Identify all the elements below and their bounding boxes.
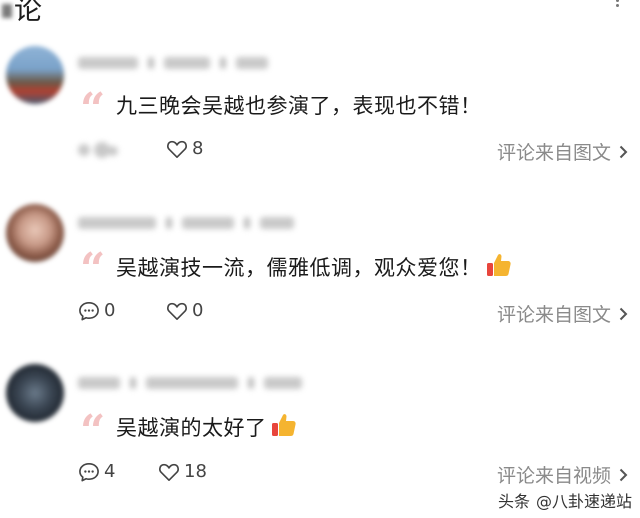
comment-meta-blurred [78,372,312,390]
quote-mark-icon: “ [80,406,106,457]
more-options-icon[interactable] [616,0,620,8]
heart-icon [167,302,187,320]
comment-source-link[interactable]: 评论来自图文 [497,300,628,327]
thumbs-up-icon [271,414,296,436]
comment-text: 吴越演技一流，儒雅低调，观众爱您！ [116,252,512,282]
comment-text-content: 九三晚会吴越也参演了，表现也不错！ [116,94,482,118]
like-count: 18 [184,461,207,482]
comment-source-link[interactable]: 评论来自图文 [497,138,628,165]
source-label: 评论来自视频 [496,465,611,487]
like-button[interactable]: 18 [158,461,207,482]
section-title: 论 [2,0,43,28]
watermark-brand: 头条 [497,492,530,511]
comment-actions: 4 18 评论来自视频 [78,461,638,487]
reply-count: 0 [104,300,116,321]
heart-icon [167,140,187,158]
watermark: 头条 @八卦速递站 [498,488,632,512]
watermark-handle: @八卦速递站 [535,492,632,511]
source-label: 评论来自图文 [496,142,611,164]
comment-actions: 0 0 评论来自图文 [78,300,638,326]
reply-button[interactable]: 0 [78,300,115,321]
comment-bubble-icon [79,462,99,481]
comment-meta-blurred [78,52,278,70]
section-title-text: 论 [14,0,44,26]
chevron-right-icon [619,468,628,481]
comment-item: “ 吴越演的太好了 4 18 评论来自视频 [0,360,640,490]
heart-icon [159,463,179,481]
section-header: 论 [0,0,640,26]
chevron-right-icon [619,145,628,158]
blurred-text [2,4,12,18]
comment-bubble-icon [79,301,99,320]
like-button[interactable]: 0 [166,300,203,321]
comment-text: 吴越演的太好了 [116,412,297,442]
like-count: 8 [192,138,204,159]
avatar[interactable] [6,204,64,262]
comment-text-content: 吴越演技一流，儒雅低调，观众爱您！ [116,256,482,280]
thumbs-up-icon [486,254,511,276]
quote-mark-icon: “ [80,84,106,135]
like-count: 0 [192,300,204,321]
avatar[interactable] [6,364,64,422]
reply-count: 4 [104,461,116,482]
source-label: 评论来自图文 [496,304,611,326]
like-button[interactable]: 8 [166,138,203,159]
share-count-blurred[interactable] [78,140,120,162]
reply-button[interactable]: 4 [78,461,115,482]
comment-source-link[interactable]: 评论来自视频 [497,461,628,488]
comment-text-content: 吴越演的太好了 [116,416,267,440]
quote-mark-icon: “ [80,244,106,295]
comment-text: 九三晚会吴越也参演了，表现也不错！ [116,90,482,120]
avatar[interactable] [6,46,64,104]
comment-item: “ 九三晚会吴越也参演了，表现也不错！ 8 评论来自图文 [0,40,640,170]
comment-meta-blurred [78,212,304,230]
comment-item: “ 吴越演技一流，儒雅低调，观众爱您！ 0 0 评论来自图文 [0,200,640,330]
comment-actions: 8 评论来自图文 [78,138,638,164]
chevron-right-icon [619,307,628,320]
